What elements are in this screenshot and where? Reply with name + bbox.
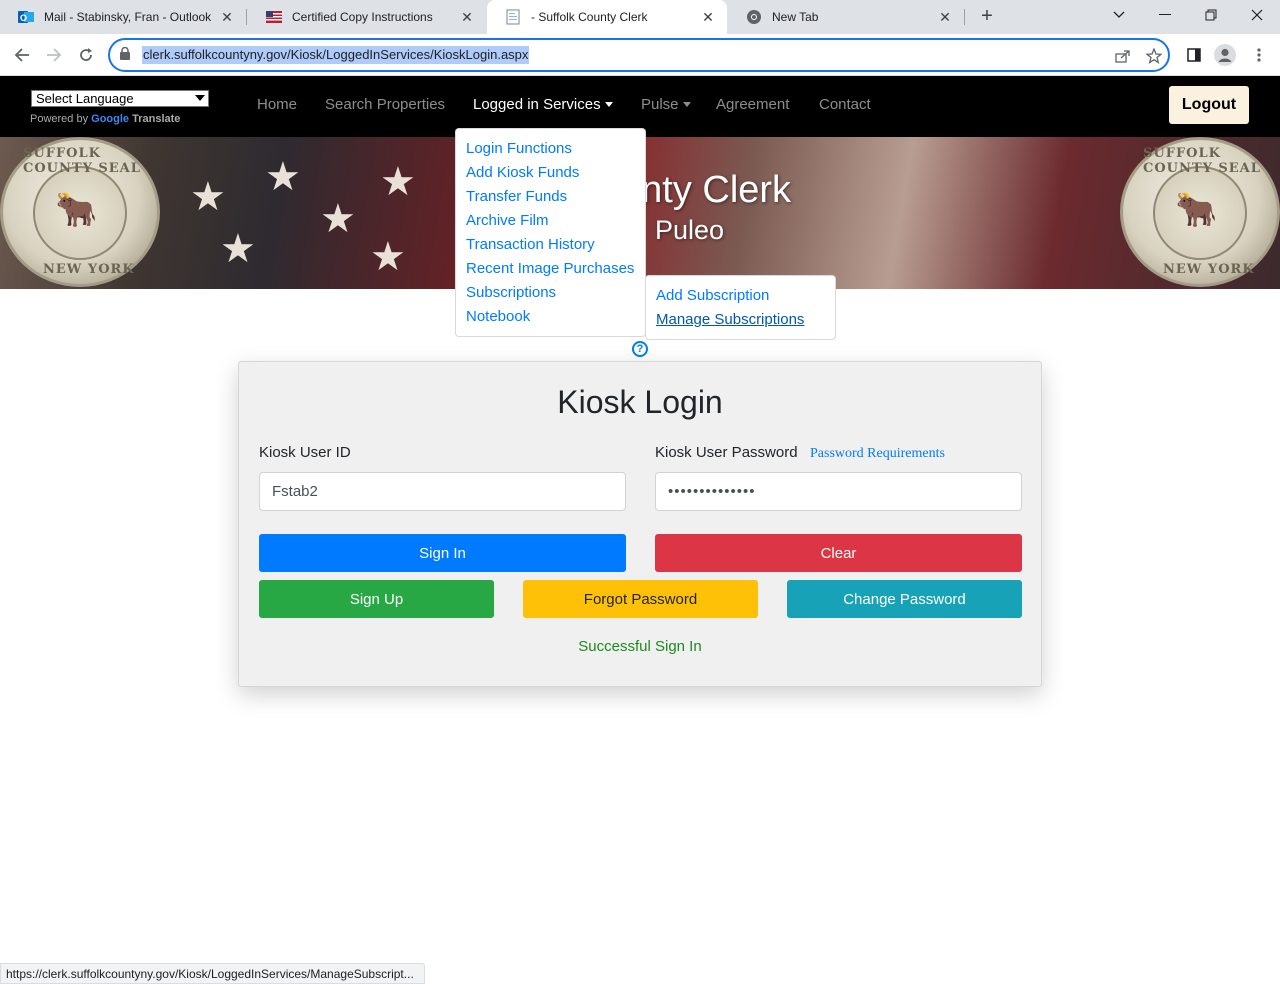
sign-in-button[interactable]: Sign In — [259, 534, 626, 572]
reload-icon[interactable] — [75, 44, 97, 66]
new-tab-plus-icon[interactable]: + — [976, 6, 998, 28]
sign-up-button[interactable]: Sign Up — [259, 580, 494, 618]
menu-item-transaction-history[interactable]: Transaction History — [456, 235, 645, 259]
side-panel-icon[interactable] — [1183, 44, 1205, 66]
nav-contact[interactable]: Contact — [819, 96, 871, 113]
nav-pulse-label: Pulse — [641, 96, 679, 113]
password-input[interactable]: •••••••••••••• — [655, 472, 1022, 511]
login-title: Kiosk Login — [557, 384, 723, 420]
google-logo-text: Google — [91, 113, 130, 125]
tab-certified-copy[interactable]: Certified Copy Instructions ✕ — [248, 0, 486, 34]
password-requirements-link[interactable]: Password Requirements — [810, 446, 945, 462]
seal-bottom-text: NEW YORK — [43, 262, 135, 277]
status-message: Successful Sign In — [578, 638, 702, 655]
kiosk-login-card: Kiosk Login Kiosk User ID Kiosk User Pas… — [238, 361, 1042, 687]
county-seal-right: 🐂 SUFFOLK COUNTY SEAL NEW YORK — [1120, 137, 1280, 287]
subscriptions-submenu: Add Subscription Manage Subscriptions — [645, 275, 836, 340]
forward-arrow-icon[interactable] — [43, 44, 65, 66]
seal-top-text: SUFFOLK COUNTY SEAL — [23, 146, 141, 176]
share-icon[interactable] — [1113, 47, 1131, 65]
close-icon[interactable]: ✕ — [216, 9, 238, 26]
logout-button[interactable]: Logout — [1169, 86, 1249, 124]
powered-by-text: Powered by — [30, 113, 89, 125]
outlook-icon: O — [18, 9, 34, 25]
close-icon[interactable]: ✕ — [456, 9, 478, 26]
svg-text:O: O — [20, 13, 27, 23]
menu-item-recent-image-purchases[interactable]: Recent Image Purchases — [456, 259, 645, 283]
caret-down-icon — [682, 101, 691, 107]
menu-item-archive-film[interactable]: Archive Film — [456, 211, 645, 235]
county-seal-left: 🐂 SUFFOLK COUNTY SEAL NEW YORK — [0, 137, 160, 287]
ox-icon: 🐂 — [55, 191, 98, 229]
lock-icon — [120, 46, 130, 65]
close-icon[interactable]: ✕ — [697, 9, 719, 26]
user-id-input[interactable]: Fstab2 — [259, 472, 626, 511]
nav-home[interactable]: Home — [257, 96, 297, 113]
menu-item-notebook[interactable]: Notebook — [456, 307, 645, 331]
google-translate-credit: Powered by Google Translate — [30, 113, 180, 125]
kebab-menu-icon[interactable] — [1248, 44, 1270, 66]
menu-item-add-kiosk-funds[interactable]: Add Kiosk Funds — [456, 163, 645, 187]
google-logo: Google — [91, 113, 132, 125]
chrome-icon — [746, 9, 762, 25]
chevron-down-icon — [195, 95, 205, 101]
nav-logged-in-services[interactable]: Logged in Services — [473, 96, 613, 113]
tab-suffolk-county-clerk[interactable]: - Suffolk County Clerk ✕ — [487, 0, 727, 34]
url-text[interactable]: clerk.suffolkcountyny.gov/Kiosk/LoggedIn… — [142, 46, 530, 64]
caret-down-icon — [604, 101, 613, 107]
seal-top-text: SUFFOLK COUNTY SEAL — [1143, 146, 1261, 176]
tab-outlook-mail[interactable]: O Mail - Stabinsky, Fran - Outlook ✕ — [0, 0, 246, 34]
clear-button[interactable]: Clear — [655, 534, 1022, 572]
translate-text: Translate — [132, 113, 181, 125]
address-bar[interactable]: clerk.suffolkcountyny.gov/Kiosk/LoggedIn… — [108, 38, 1170, 72]
back-arrow-icon[interactable] — [11, 44, 33, 66]
nav-logged-in-services-label: Logged in Services — [473, 96, 601, 113]
forgot-password-button[interactable]: Forgot Password — [523, 580, 758, 618]
language-select-value: Select Language — [36, 91, 134, 106]
help-question-icon[interactable]: ? — [632, 341, 648, 357]
change-password-button[interactable]: Change Password — [787, 580, 1022, 618]
logged-in-services-menu: Login Functions Add Kiosk Funds Transfer… — [455, 128, 646, 337]
user-id-label: Kiosk User ID — [259, 444, 351, 461]
window-close-icon[interactable] — [1234, 0, 1280, 30]
nav-pulse[interactable]: Pulse — [641, 96, 691, 113]
language-select[interactable]: Select Language — [31, 90, 209, 107]
minimize-icon[interactable] — [1142, 0, 1188, 30]
tab-new-tab[interactable]: New Tab ✕ — [728, 0, 964, 34]
profile-avatar-icon[interactable] — [1214, 44, 1236, 66]
browser-tab-strip: O Mail - Stabinsky, Fran - Outlook ✕ Cer… — [0, 0, 1280, 34]
tab-search-chevron-icon[interactable] — [1096, 0, 1142, 30]
link-status-bar: https://clerk.suffolkcountyny.gov/Kiosk/… — [0, 963, 425, 984]
seal-bottom-text: NEW YORK — [1163, 262, 1255, 277]
ox-icon: 🐂 — [1175, 191, 1218, 229]
document-icon — [505, 9, 521, 25]
bookmark-star-icon[interactable] — [1145, 47, 1163, 65]
menu-item-transfer-funds[interactable]: Transfer Funds — [456, 187, 645, 211]
close-icon[interactable]: ✕ — [934, 9, 956, 26]
tab-separator — [964, 9, 965, 25]
browser-toolbar: clerk.suffolkcountyny.gov/Kiosk/LoggedIn… — [0, 34, 1280, 76]
password-label: Kiosk User Password — [655, 444, 798, 461]
banner-subtitle: Puleo — [655, 215, 725, 245]
restore-icon[interactable] — [1188, 0, 1234, 30]
tab-separator — [246, 9, 247, 25]
menu-item-subscriptions[interactable]: Subscriptions — [456, 283, 645, 307]
menu-item-login-functions[interactable]: Login Functions — [456, 139, 645, 163]
us-flag-icon — [266, 9, 282, 25]
nav-agreement[interactable]: Agreement — [716, 96, 789, 113]
menu-item-add-subscription[interactable]: Add Subscription — [646, 286, 835, 310]
nav-search-properties[interactable]: Search Properties — [325, 96, 445, 113]
menu-item-manage-subscriptions[interactable]: Manage Subscriptions — [646, 310, 835, 334]
